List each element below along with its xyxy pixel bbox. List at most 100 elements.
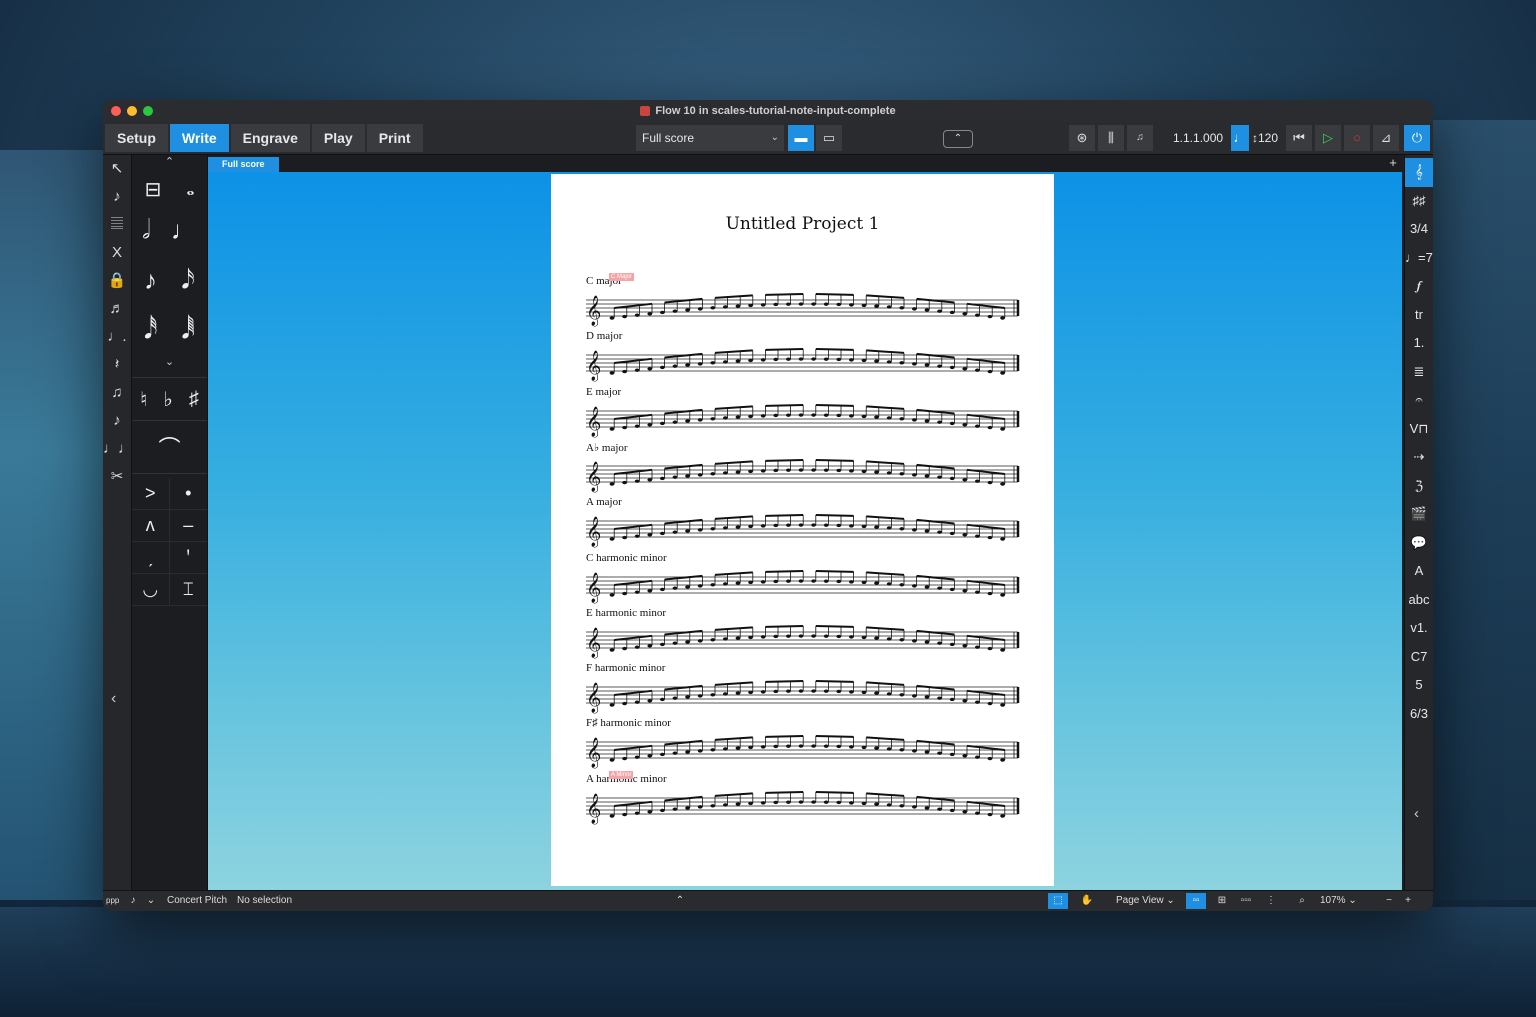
maximize-window-button[interactable] (143, 106, 153, 116)
markers-icon[interactable]: 🎬 (1405, 500, 1433, 529)
hand-tool-icon[interactable]: ✋ (1077, 893, 1097, 909)
pages-vertical-icon[interactable]: ⋮ (1261, 893, 1281, 909)
score-system[interactable]: A harmonic minor A Minor 𝄞 (586, 770, 1021, 825)
score-system[interactable]: C harmonic minor 𝄞 (586, 552, 1021, 604)
dynamics-indicator[interactable]: ppp (106, 891, 119, 911)
accent-button[interactable]: > (132, 478, 170, 510)
spreads-vertical-icon[interactable]: ⊞ (1212, 893, 1232, 909)
fingering-icon[interactable]: 5 (1405, 671, 1433, 700)
tempo-icon[interactable]: ♩=72 (1405, 244, 1433, 273)
quarter-note-icon[interactable]: ♩ (171, 215, 197, 246)
collapse-right-panel-icon[interactable]: ‹ (1414, 805, 1419, 822)
score-system[interactable]: E harmonic minor 𝄞 (586, 607, 1021, 659)
close-window-button[interactable] (111, 106, 121, 116)
chord-symbols-icon[interactable]: C7 (1405, 643, 1433, 672)
repeat-endings-icon[interactable]: 1. (1405, 329, 1433, 358)
chevron-down-icon[interactable]: ⌄ (141, 893, 161, 909)
tenuto-button[interactable]: – (169, 510, 207, 542)
scroll-down-icon[interactable]: ⌄ (132, 355, 207, 373)
slash-icon[interactable]: ♪ (103, 407, 131, 435)
force-duration-icon[interactable]: X (103, 239, 131, 267)
versions-icon[interactable]: v1. (1405, 614, 1433, 643)
mixer-icon[interactable]: ⫼ (1098, 125, 1124, 151)
staccatissimo-button[interactable]: ꞌ (169, 542, 207, 574)
mode-tab-engrave[interactable]: Engrave (230, 124, 310, 152)
dynamics-icon[interactable]: 𝆑 (1405, 272, 1433, 301)
bars-icon[interactable]: ≣ (1405, 358, 1433, 387)
stress-button[interactable]: ˏ (132, 542, 170, 574)
key-signatures-icon[interactable]: ♯♯ (1405, 187, 1433, 216)
metronome-icon[interactable]: ⊿ (1373, 125, 1399, 151)
rest-icon[interactable]: 𝄽 (103, 351, 131, 379)
view-type-select[interactable]: Page View ⌄ (1116, 891, 1175, 911)
power-icon[interactable]: ⏻ (1404, 125, 1430, 151)
record-icon[interactable]: ○ (1344, 125, 1370, 151)
chord-icon[interactable]: 𝄚 (103, 211, 131, 239)
figured-bass-icon[interactable]: 6/3 (1405, 700, 1433, 729)
tie-icon[interactable]: ♩♩ (103, 435, 133, 463)
breve-icon[interactable]: ⊟ (145, 177, 162, 202)
zoom-search-icon[interactable]: ⌕ (1292, 893, 1312, 909)
hide-panels-toggle[interactable]: ⌃ (943, 130, 973, 148)
ornaments-icon[interactable]: tr (1405, 301, 1433, 330)
tuplet-icon[interactable]: ♫ (103, 379, 131, 407)
text-icon[interactable]: A (1405, 557, 1433, 586)
slur-icon[interactable]: ⌒ (158, 431, 180, 463)
whole-note-icon[interactable]: 𝅝 (186, 178, 194, 201)
marcato-button[interactable]: ʌ (132, 510, 170, 542)
zoom-in-button[interactable]: + (1398, 893, 1418, 909)
key-signature-tag[interactable]: C Major (609, 273, 635, 281)
zoom-select[interactable]: 107% ⌄ (1320, 891, 1357, 911)
play-icon[interactable]: ▷ (1315, 125, 1341, 151)
half-note-icon[interactable]: 𝅗𝅥 (142, 214, 150, 246)
page-view-button[interactable]: ▭ (816, 125, 842, 151)
score-system[interactable]: A♭ major 𝄞 (586, 441, 1021, 493)
cues-icon[interactable]: ℨ (1405, 472, 1433, 501)
score-system[interactable]: E major 𝄞 (586, 386, 1021, 438)
scissors-icon[interactable]: ✂ (103, 463, 131, 491)
thirty-second-note-icon[interactable]: 𝅘𝅥𝅰 (144, 314, 157, 346)
mode-tab-play[interactable]: Play (311, 124, 365, 152)
collapse-left-panel-icon[interactable]: ‹ (111, 690, 116, 708)
add-tab-button[interactable]: + (1386, 156, 1400, 170)
insert-icon[interactable]: ♪ (103, 183, 131, 211)
score-system[interactable]: F harmonic minor 𝄞 (586, 662, 1021, 714)
staccato-button[interactable]: • (169, 478, 207, 510)
key-signature-tag[interactable]: A Minor (609, 770, 634, 779)
transport-icon[interactable]: ♫ (1127, 125, 1153, 151)
note-input-icon[interactable]: ♪ (123, 893, 143, 909)
scroll-up-icon[interactable]: ⌃ (132, 155, 207, 173)
lines-icon[interactable]: ⇢ (1405, 443, 1433, 472)
sixteenth-note-icon[interactable]: 𝅘𝅥𝅯 (181, 264, 195, 296)
marquee-tool-icon[interactable]: ⬚ (1048, 893, 1068, 909)
score-system[interactable]: D major 𝄞 (586, 330, 1021, 382)
comments-icon[interactable]: 💬 (1405, 529, 1433, 558)
score-system[interactable]: A major 𝄞 (586, 496, 1021, 548)
tab-full-score[interactable]: Full score (208, 157, 279, 172)
rewind-icon[interactable]: ⏮ (1286, 125, 1312, 151)
video-icon[interactable]: ⊛ (1069, 125, 1095, 151)
score-canvas[interactable]: Full score + Untitled Project 1 C major C… (208, 155, 1402, 891)
sharp-button[interactable]: ♯ (189, 388, 199, 411)
concert-pitch-toggle[interactable]: Concert Pitch (167, 891, 227, 911)
score-system[interactable]: F♯ harmonic minor 𝄞 (586, 717, 1021, 769)
lock-icon[interactable]: 🔒 (103, 267, 131, 295)
score-system[interactable]: C major C Major 𝄞 (586, 273, 1021, 327)
time-signatures-icon[interactable]: 3/4 (1405, 215, 1433, 244)
show-lower-zone-icon[interactable]: ⌃ (670, 893, 690, 909)
spreads-horizontal-icon[interactable]: ▫▫ (1186, 893, 1206, 909)
natural-button[interactable]: ♮ (140, 387, 147, 412)
pages-horizontal-icon[interactable]: ▫▫▫ (1236, 893, 1256, 909)
lyrics-icon[interactable]: abc (1405, 586, 1433, 615)
tenuto-staccato-button[interactable]: ⌶ (169, 574, 207, 606)
sixty-fourth-note-icon[interactable]: 𝅘𝅥𝅱 (181, 314, 195, 346)
galley-view-button[interactable]: ▬ (788, 125, 814, 151)
note-value-icon[interactable]: ♩ (1231, 125, 1249, 151)
layout-selector[interactable]: Full score ⌄ (636, 125, 784, 151)
playing-techniques-icon[interactable]: V⊓ (1405, 415, 1433, 444)
grace-icon[interactable]: ♬ (103, 295, 131, 323)
flat-button[interactable]: ♭ (163, 387, 172, 412)
zoom-out-button[interactable]: − (1379, 893, 1399, 909)
eighth-note-icon[interactable]: ♪ (144, 265, 157, 296)
minimize-window-button[interactable] (127, 106, 137, 116)
